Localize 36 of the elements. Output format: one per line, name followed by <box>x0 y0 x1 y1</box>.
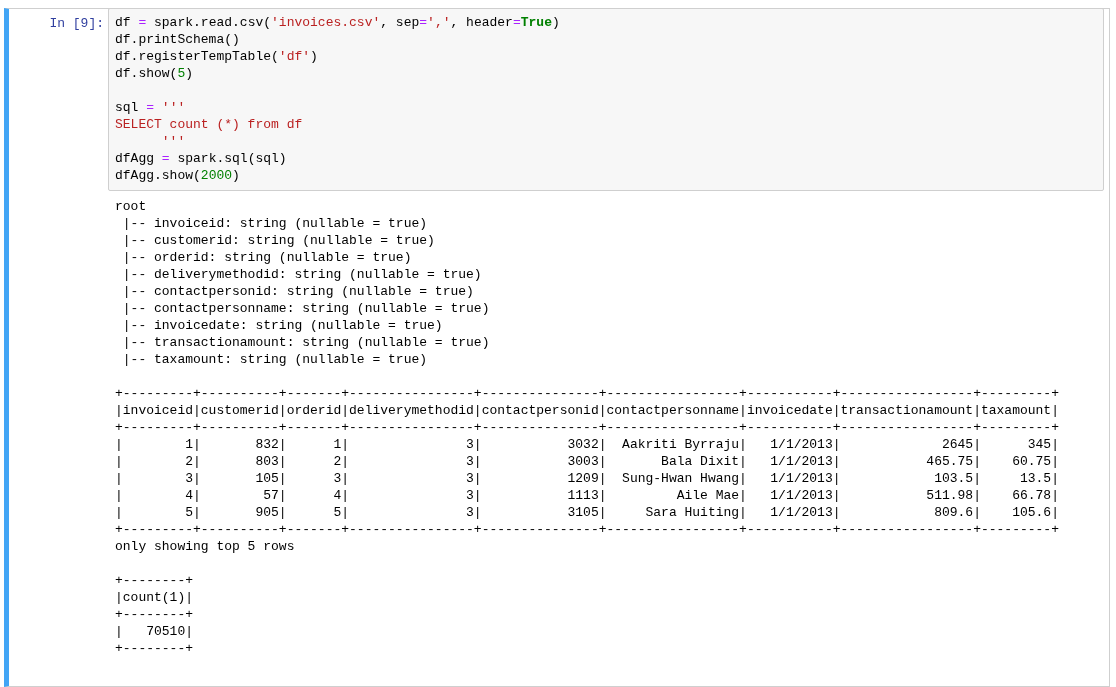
output-line: |-- customerid: string (nullable = true) <box>121 232 436 249</box>
output-line: +--------+ <box>115 640 194 657</box>
output-line: |-- invoiceid: string (nullable = true) <box>121 215 429 232</box>
output-line: |-- contactpersonid: string (nullable = true) <box>121 283 475 300</box>
code-line: SELECT count (*) from df <box>115 116 304 133</box>
output-line: | 5| 905| 5| 3| 3105| Sara Huiting| 1/1/2013| 809.6| 105.6| <box>115 504 1060 521</box>
output-line: root <box>115 198 148 215</box>
code-line: sql = ''' <box>115 99 187 116</box>
output-line: |invoiceid|customerid|orderid|deliverymethodid|contactpersonid|contactpersonname|invoicedate|transactionamount|taxamount| <box>115 402 1060 419</box>
output-line: +--------+ <box>115 572 194 589</box>
output-line: |-- orderid: string (nullable = true) <box>121 249 413 266</box>
output-line: | 2| 803| 2| 3| 3003| Bala Dixit| 1/1/2013| 465.75| 60.75| <box>115 453 1060 470</box>
output-line: | 4| 57| 4| 3| 1113| Aile Mae| 1/1/2013| 511.98| 66.78| <box>115 487 1060 504</box>
output-line: | 70510| <box>115 623 194 640</box>
output-line: |-- taxamount: string (nullable = true) <box>121 351 429 368</box>
output-line: only showing top 5 rows <box>115 538 296 555</box>
output-line: +---------+----------+-------+----------------+---------------+-----------------+-----------+-----------------+---------+ <box>115 385 1060 402</box>
output-line: |-- invoicedate: string (nullable = true) <box>121 317 444 334</box>
output-line: +--------+ <box>115 606 194 623</box>
output-line: |-- transactionamount: string (nullable = true) <box>121 334 491 351</box>
code-line: df = spark.read.csv('invoices.csv', sep=',', header=True) <box>115 14 561 31</box>
output-line: +---------+----------+-------+----------------+---------------+-----------------+-----------+-----------------+---------+ <box>115 419 1060 436</box>
code-line: ''' <box>160 133 187 150</box>
code-editor[interactable]: df = spark.read.csv('invoices.csv', sep=',', header=True) df.printSchema() df.registerTempTable('df') df.show(5) sql = ''' SELECT count (*) from df ''' dfAgg = spark.sql(sql) dfAgg.show(2000) <box>108 8 1104 191</box>
code-line: dfAgg = spark.sql(sql) <box>115 150 288 167</box>
code-line: df.registerTempTable('df') <box>115 48 319 65</box>
output-line: | 1| 832| 1| 3| 3032| Aakriti Byrraju| 1/1/2013| 2645| 345| <box>115 436 1060 453</box>
code-line: df.printSchema() <box>115 31 241 48</box>
output-line: |-- deliverymethodid: string (nullable = true) <box>121 266 483 283</box>
output-line: +---------+----------+-------+----------------+---------------+-----------------+-----------+-----------------+---------+ <box>115 521 1060 538</box>
output-line: |count(1)| <box>115 589 194 606</box>
output-line: |-- contactpersonname: string (nullable = true) <box>121 300 491 317</box>
code-line: df.show(5) <box>115 65 195 82</box>
code-line: dfAgg.show(2000) <box>115 167 241 184</box>
input-prompt: In [9]: <box>48 15 105 32</box>
output-line: | 3| 105| 3| 3| 1209| Sung-Hwan Hwang| 1/1/2013| 103.5| 13.5| <box>115 470 1060 487</box>
